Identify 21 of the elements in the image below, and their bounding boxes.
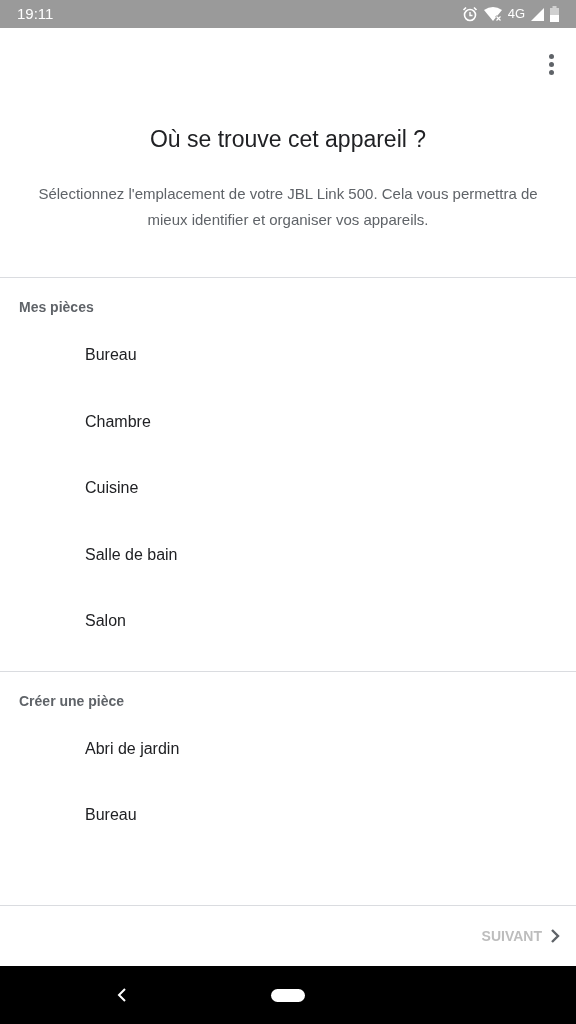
alarm-icon: [461, 6, 478, 22]
section-heading: Mes pièces: [18, 298, 95, 317]
clock: 19:11: [17, 3, 54, 24]
signal-icon: [531, 7, 544, 21]
room-option[interactable]: Chambre: [0, 388, 576, 455]
home-button[interactable]: [271, 988, 305, 1002]
page-title: Où se trouve cet appareil ?: [148, 125, 428, 154]
room-option[interactable]: Salon: [0, 588, 576, 655]
room-option[interactable]: Cuisine: [0, 455, 576, 522]
room-option[interactable]: Abri de jardin: [0, 715, 576, 782]
section-heading: Créer une pièce: [18, 691, 126, 711]
description: Sélectionnez l'emplacement de votre JBL Link 500. Cela vous permettra de mieux identifier et organiser vos appareils.: [37, 184, 539, 230]
room-option[interactable]: Bureau: [0, 782, 576, 849]
more-options-button[interactable]: [547, 52, 556, 77]
network-label: 4G: [507, 5, 525, 24]
back-icon[interactable]: [117, 988, 127, 1002]
room-option[interactable]: Bureau: [0, 322, 576, 389]
chevron-right-icon: [550, 928, 560, 944]
room-option[interactable]: Salle de bain: [0, 521, 576, 588]
wifi-off-icon: [483, 7, 502, 21]
battery-icon: [550, 6, 559, 22]
